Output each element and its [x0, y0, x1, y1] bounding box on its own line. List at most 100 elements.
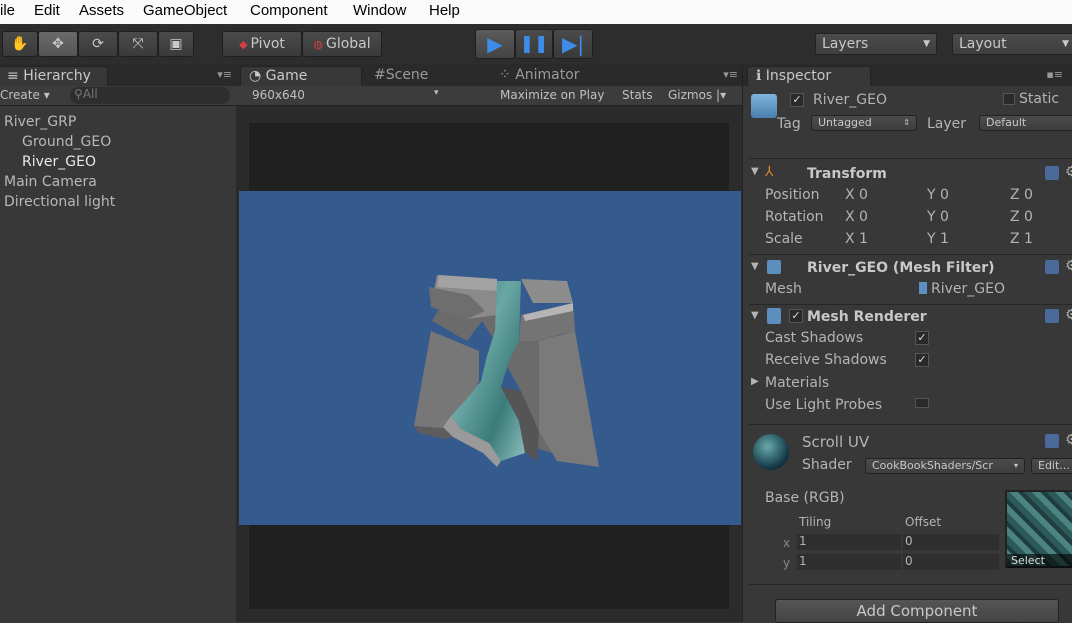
cast-shadows-checkbox[interactable]: ✓ — [915, 331, 929, 345]
static-checkbox[interactable] — [1003, 93, 1015, 105]
material-preview-sphere — [753, 434, 789, 470]
layer-dropdown[interactable]: Default — [979, 115, 1072, 131]
scale-z[interactable]: Z 1 — [1010, 231, 1033, 247]
rotation-x[interactable]: X 0 — [845, 209, 868, 225]
foldout-arrow-icon[interactable]: ▼ — [751, 166, 759, 177]
menu-component[interactable]: Component — [250, 2, 328, 19]
position-z[interactable]: Z 0 — [1010, 187, 1033, 203]
pause-button[interactable]: ❚❚ — [515, 29, 553, 59]
create-button[interactable]: Create ▾ — [0, 88, 50, 102]
panel-menu-icon[interactable]: ▾≡ — [723, 68, 738, 81]
mesh-renderer-enabled-checkbox[interactable]: ✓ — [789, 309, 803, 323]
offset-y-field[interactable]: 0 — [905, 554, 913, 568]
tag-dropdown[interactable]: Untagged ⇕ — [811, 115, 917, 131]
hand-tool-button[interactable]: ✋ — [2, 31, 38, 57]
receive-shadows-checkbox[interactable]: ✓ — [915, 353, 929, 367]
globe-icon: ◍ — [313, 37, 323, 51]
layout-dropdown[interactable]: Layout ▼ — [952, 33, 1072, 55]
stats-toggle[interactable]: Stats — [622, 88, 653, 102]
resolution-dropdown[interactable]: 960x640 — [252, 88, 305, 102]
move-icon: ✥ — [52, 36, 64, 52]
light-probes-checkbox[interactable] — [915, 398, 929, 408]
cube-icon — [751, 94, 777, 118]
rect-tool-button[interactable]: ▣ — [158, 31, 194, 57]
offset-label: Offset — [905, 515, 942, 529]
tab-scene[interactable]: #Scene — [366, 66, 486, 86]
rotate-tool-button[interactable]: ⟳ — [78, 31, 118, 57]
help-icon[interactable] — [1045, 309, 1059, 323]
game-tab-row: ◔ Game #Scene ⁘ Animator ▾≡ — [236, 64, 742, 86]
inspector-tab-row: ℹ Inspector ▪≡ — [743, 64, 1072, 86]
menu-edit[interactable]: Edit — [34, 2, 60, 19]
texture-select-button[interactable]: Select — [1007, 554, 1072, 568]
game-panel: ◔ Game #Scene ⁘ Animator ▾≡ 960x640 ▾ Ma… — [236, 64, 742, 622]
play-icon: ▶ — [487, 32, 503, 56]
rotation-z[interactable]: Z 0 — [1010, 209, 1033, 225]
mesh-field[interactable]: River_GEO — [931, 281, 1005, 297]
help-icon[interactable] — [1045, 260, 1059, 274]
gear-icon[interactable]: ⚙ — [1065, 164, 1072, 180]
lock-icon[interactable]: ▪≡ — [1046, 68, 1063, 81]
panel-menu-icon[interactable]: ▾≡ — [217, 68, 232, 81]
river-scene-render — [414, 275, 599, 467]
menu-file[interactable]: ile — [0, 2, 15, 19]
pivot-button[interactable]: ◆ Pivot — [222, 31, 302, 57]
list-icon: ≡ — [7, 68, 24, 84]
global-button[interactable]: ◍ Global — [302, 31, 382, 57]
rotation-y[interactable]: Y 0 — [927, 209, 949, 225]
divider — [749, 254, 1072, 255]
add-component-button[interactable]: Add Component — [775, 599, 1059, 623]
hierarchy-item[interactable]: Ground_GEO — [22, 134, 111, 150]
hierarchy-item[interactable]: Main Camera — [4, 174, 97, 190]
move-tool-button[interactable]: ✥ — [38, 31, 78, 57]
tab-animator[interactable]: ⁘ Animator — [491, 66, 611, 86]
layers-dropdown[interactable]: Layers ▼ — [815, 33, 937, 55]
tiling-x-field[interactable]: 1 — [799, 534, 807, 548]
offset-x-field[interactable]: 0 — [905, 534, 913, 548]
gear-icon[interactable]: ⚙ — [1065, 307, 1072, 323]
help-icon[interactable] — [1045, 166, 1059, 180]
tab-game[interactable]: ◔ Game — [240, 66, 362, 86]
position-x[interactable]: X 0 — [845, 187, 868, 203]
hierarchy-item-selected[interactable]: River_GEO — [22, 154, 96, 170]
menu-assets[interactable]: Assets — [79, 2, 124, 19]
grid-icon: # — [374, 67, 386, 83]
play-button[interactable]: ▶ — [475, 29, 515, 59]
hierarchy-item[interactable]: Directional light — [4, 194, 115, 210]
foldout-arrow-icon[interactable]: ▼ — [751, 310, 759, 321]
hierarchy-search-input[interactable]: ⚲All — [70, 87, 230, 104]
field-bg — [797, 534, 901, 550]
gear-icon[interactable]: ⚙ — [1065, 432, 1072, 448]
hierarchy-item[interactable]: River_GRP — [4, 114, 76, 130]
tab-inspector[interactable]: ℹ Inspector — [747, 66, 871, 86]
cast-shadows-label: Cast Shadows — [765, 330, 864, 346]
active-checkbox[interactable]: ✓ — [790, 93, 804, 107]
divider — [749, 424, 1072, 425]
object-name-field[interactable]: River_GEO — [813, 92, 887, 108]
menu-window[interactable]: Window — [353, 2, 406, 19]
tiling-y-field[interactable]: 1 — [799, 554, 807, 568]
step-button[interactable]: ▶| — [553, 29, 593, 59]
maximize-on-play-toggle[interactable]: Maximize on Play — [500, 88, 604, 102]
position-y[interactable]: Y 0 — [927, 187, 949, 203]
menu-gameobject[interactable]: GameObject — [143, 2, 227, 19]
menu-help[interactable]: Help — [429, 2, 460, 19]
transform-icon: ⅄ — [765, 164, 774, 180]
tab-hierarchy[interactable]: ≡ Hierarchy — [0, 66, 108, 86]
scale-tool-button[interactable]: ⤧ — [118, 31, 158, 57]
scale-y[interactable]: Y 1 — [927, 231, 949, 247]
foldout-arrow-icon[interactable]: ▶ — [751, 376, 759, 387]
foldout-arrow-icon[interactable]: ▼ — [751, 261, 759, 272]
field-bg — [797, 554, 901, 570]
scale-x[interactable]: X 1 — [845, 231, 868, 247]
step-icon: ▶| — [561, 32, 585, 56]
gear-icon[interactable]: ⚙ — [1065, 258, 1072, 274]
gizmos-dropdown[interactable]: Gizmos |▾ — [668, 88, 726, 102]
help-icon[interactable] — [1045, 434, 1059, 448]
game-viewport[interactable] — [239, 191, 741, 525]
materials-foldout[interactable]: Materials — [765, 375, 829, 391]
shader-dropdown[interactable]: CookBookShaders/Scr ▾ — [865, 458, 1025, 474]
edit-shader-button[interactable]: Edit... — [1031, 458, 1072, 474]
rect-icon: ▣ — [169, 36, 183, 52]
pacman-icon: ◔ — [249, 68, 266, 84]
